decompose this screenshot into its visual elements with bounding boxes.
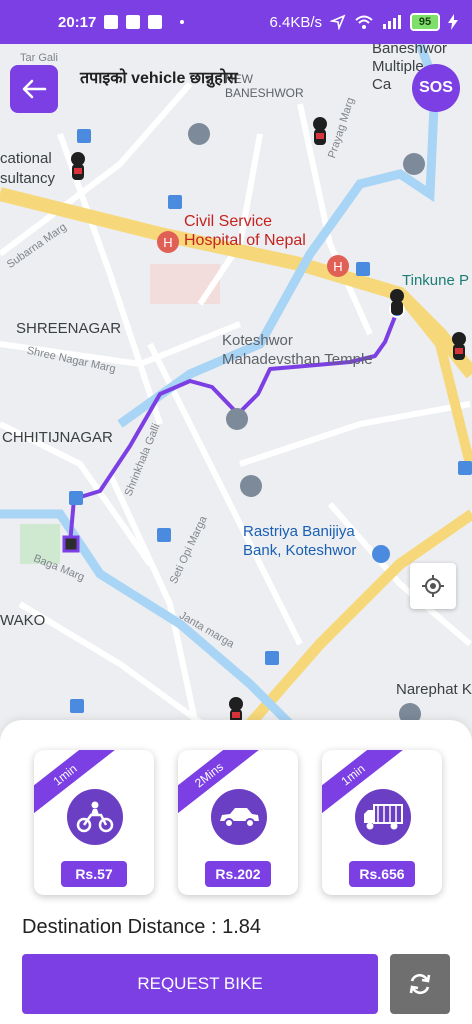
- vehicle-card-truck[interactable]: 1min Rs.656: [322, 750, 442, 895]
- charging-icon: [448, 14, 458, 30]
- map-label: Rastriya Banijiya Bank, Koteshwor: [243, 523, 357, 559]
- svg-text:H: H: [163, 235, 172, 250]
- back-button[interactable]: [10, 65, 58, 113]
- truck-icon: [364, 804, 403, 830]
- price-badge: Rs.656: [349, 861, 415, 887]
- distance-value: 1.84: [222, 916, 262, 938]
- vehicle-card-car[interactable]: 2Mins Rs.202: [178, 750, 298, 895]
- map-label: Koteshwor Mahadevsthan Temple: [222, 332, 373, 368]
- price-badge: Rs.202: [205, 861, 271, 887]
- sos-button[interactable]: SOS: [412, 64, 460, 112]
- map-view[interactable]: H H Baneshwor Multiple Ca NEW BANESHWOR …: [0, 44, 472, 744]
- price-badge: Rs.57: [61, 861, 127, 887]
- more-dot-icon: [180, 20, 185, 24]
- distance-label: Destination Distance :: [22, 916, 223, 938]
- crosshair-icon: [422, 575, 444, 597]
- signal-icon: [383, 15, 401, 29]
- refresh-icon: [409, 973, 431, 995]
- refresh-button[interactable]: [390, 954, 450, 1014]
- upload-icon: [148, 15, 163, 29]
- motorbike-icon: [76, 801, 114, 833]
- map-label: cational sultancy: [0, 150, 56, 187]
- arrow-left-icon: [22, 79, 47, 99]
- map-label: Civil Service Hospital of Nepal: [184, 213, 306, 249]
- request-bike-button[interactable]: REQUEST BIKE: [22, 954, 378, 1014]
- vehicle-icon-wrap: [67, 789, 123, 845]
- notification-icon: [126, 15, 141, 29]
- map-label: Tinkune P: [402, 272, 469, 289]
- car-icon: [220, 808, 259, 828]
- vehicle-icon-wrap: [355, 789, 411, 845]
- map-label: WAKO: [0, 612, 46, 629]
- page-title: तपाइको vehicle छान्नुहोस: [80, 70, 238, 87]
- status-time: 20:17: [58, 13, 97, 31]
- destination-distance: Destination Distance : 1.84: [22, 916, 261, 939]
- wifi-icon: [355, 15, 373, 29]
- vehicle-card-bike[interactable]: 1min Rs.57: [34, 750, 154, 895]
- notification-icons: [104, 15, 185, 29]
- battery-icon: 95: [410, 13, 440, 31]
- status-bar: 20:17 6.4KB/s 95: [0, 0, 472, 44]
- map-label: SHREENAGAR: [16, 320, 122, 337]
- map-label: Tar Gali: [20, 52, 58, 64]
- map-label: CHHITIJNAGAR: [2, 429, 113, 446]
- svg-text:H: H: [333, 259, 342, 274]
- notification-icon: [104, 15, 119, 29]
- my-location-button[interactable]: [410, 563, 456, 609]
- map-canvas[interactable]: H H: [0, 44, 472, 744]
- vehicle-icon-wrap: [211, 789, 267, 845]
- map-label: Narephat K: [396, 681, 472, 698]
- location-arrow-icon: [330, 14, 346, 30]
- network-speed: 6.4KB/s: [269, 13, 322, 31]
